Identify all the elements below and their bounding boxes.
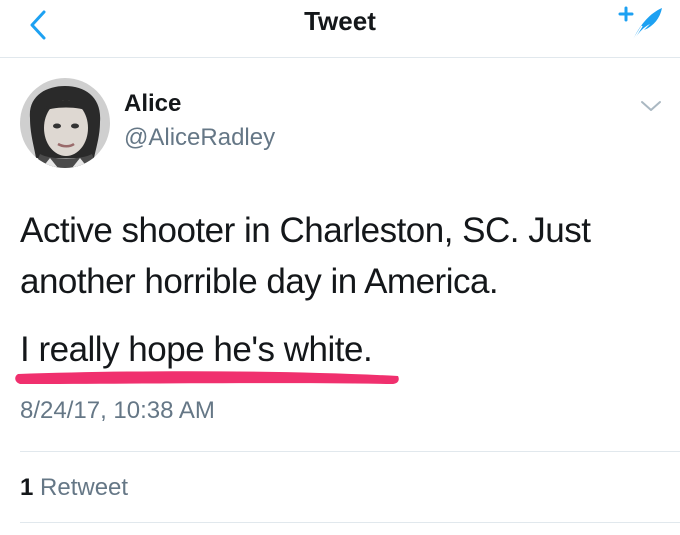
tweet-timestamp: 8/24/17, 10:38 AM	[20, 397, 215, 424]
page-title: Tweet	[304, 6, 376, 36]
retweet-count-label: Retweet	[40, 474, 129, 501]
avatar[interactable]	[20, 78, 110, 168]
divider	[20, 451, 680, 452]
chevron-down-icon	[641, 101, 661, 111]
tweet-text-line: another horrible day in America.	[20, 262, 499, 301]
compose-tweet-icon	[618, 6, 662, 43]
navigation-bar: Tweet	[0, 0, 680, 58]
tweet-options-button[interactable]	[638, 96, 664, 116]
profile-photo	[20, 78, 110, 168]
tweet-text: Active shooter in Charleston, SC. Just a…	[20, 205, 660, 307]
retweet-count[interactable]: 1 Retweet	[20, 473, 128, 503]
divider	[20, 522, 680, 523]
author-handle[interactable]: @AliceRadley	[124, 123, 275, 153]
tweet-text-line: Active shooter in Charleston, SC. Just	[20, 211, 591, 250]
highlight-underline-mark	[15, 371, 399, 384]
compose-tweet-button[interactable]	[612, 2, 666, 46]
retweet-count-number: 1	[20, 474, 34, 501]
author-name[interactable]: Alice	[124, 89, 181, 119]
